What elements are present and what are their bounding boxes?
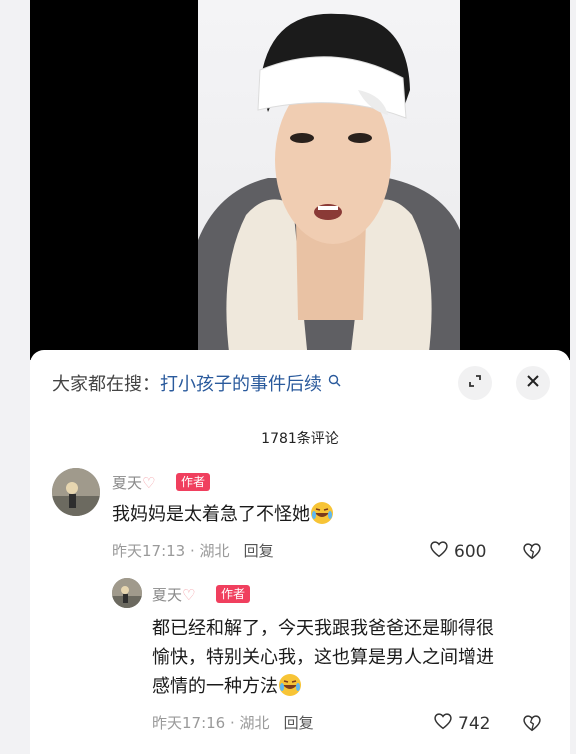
heart-emoji-icon: ♡ bbox=[182, 586, 196, 604]
dislike-button[interactable] bbox=[521, 540, 543, 562]
video-player[interactable] bbox=[30, 0, 570, 360]
expand-button[interactable] bbox=[458, 366, 492, 400]
broken-heart-icon bbox=[521, 715, 543, 738]
laughing-tears-emoji-icon bbox=[310, 501, 334, 525]
comment-text-line: 都已经和解了，今天我跟我爸爸还是聊得很 bbox=[152, 618, 494, 639]
comment-text: 我妈妈是太着急了不怪她 bbox=[112, 500, 532, 529]
comment-text-line-last: 感情的一种方法 bbox=[152, 672, 562, 701]
expand-icon bbox=[467, 373, 483, 393]
dislike-button[interactable] bbox=[521, 712, 543, 734]
comment-text-content: 感情的一种方法 bbox=[152, 676, 278, 697]
reply-button[interactable]: 回复 bbox=[244, 542, 274, 560]
meta-separator: · bbox=[225, 714, 240, 732]
comment-time: 昨天17:13 bbox=[112, 542, 186, 560]
comment-location: 湖北 bbox=[199, 542, 230, 560]
reply-button[interactable]: 回复 bbox=[284, 714, 314, 732]
video-frame bbox=[198, 0, 460, 360]
meta-separator: · bbox=[185, 542, 200, 560]
like-count: 600 bbox=[454, 541, 487, 562]
trending-search-query[interactable]: 打小孩子的事件后续 bbox=[160, 374, 322, 395]
heart-icon bbox=[432, 710, 454, 737]
avatar[interactable] bbox=[52, 468, 100, 516]
heart-emoji-icon: ♡ bbox=[142, 474, 156, 492]
username-text: 夏天 bbox=[152, 586, 183, 604]
close-button[interactable] bbox=[516, 366, 550, 400]
trending-search[interactable]: 大家都在搜：打小孩子的事件后续 bbox=[52, 368, 412, 398]
comment-time: 昨天17:16 bbox=[152, 714, 226, 732]
comment-meta: 昨天17:13 · 湖北 回复 bbox=[112, 540, 274, 561]
like-button[interactable]: 742 bbox=[432, 710, 490, 737]
username-text: 夏天 bbox=[112, 474, 143, 492]
search-icon bbox=[328, 368, 342, 387]
laughing-tears-emoji-icon bbox=[278, 673, 302, 697]
comment-meta: 昨天17:16 · 湖北 回复 bbox=[152, 712, 314, 733]
comment-text: 都已经和解了，今天我跟我爸爸还是聊得很 愉快，特别关心我，这也算是男人之间增进 … bbox=[152, 614, 562, 701]
author-badge: 作者 bbox=[216, 585, 251, 603]
comment-sheet: 大家都在搜：打小孩子的事件后续 1781条评论 夏天♡ 作者 我妈妈是太着急了不… bbox=[30, 350, 570, 754]
close-icon bbox=[525, 373, 541, 393]
avatar[interactable] bbox=[112, 578, 142, 608]
trending-search-label: 大家都在搜： bbox=[52, 374, 160, 395]
like-count: 742 bbox=[458, 713, 491, 734]
comment-text-line: 愉快，特别关心我，这也算是男人之间增进 bbox=[152, 647, 494, 668]
comment-location: 湖北 bbox=[239, 714, 270, 732]
broken-heart-icon bbox=[521, 543, 543, 566]
comment-count: 1781条评论 bbox=[261, 431, 339, 447]
comment-username[interactable]: 夏天♡ bbox=[152, 584, 195, 605]
comment-text-content: 我妈妈是太着急了不怪她 bbox=[112, 504, 310, 525]
comment-username[interactable]: 夏天♡ bbox=[112, 472, 155, 493]
author-badge: 作者 bbox=[176, 473, 211, 491]
heart-icon bbox=[428, 538, 450, 565]
like-button[interactable]: 600 bbox=[428, 538, 486, 565]
